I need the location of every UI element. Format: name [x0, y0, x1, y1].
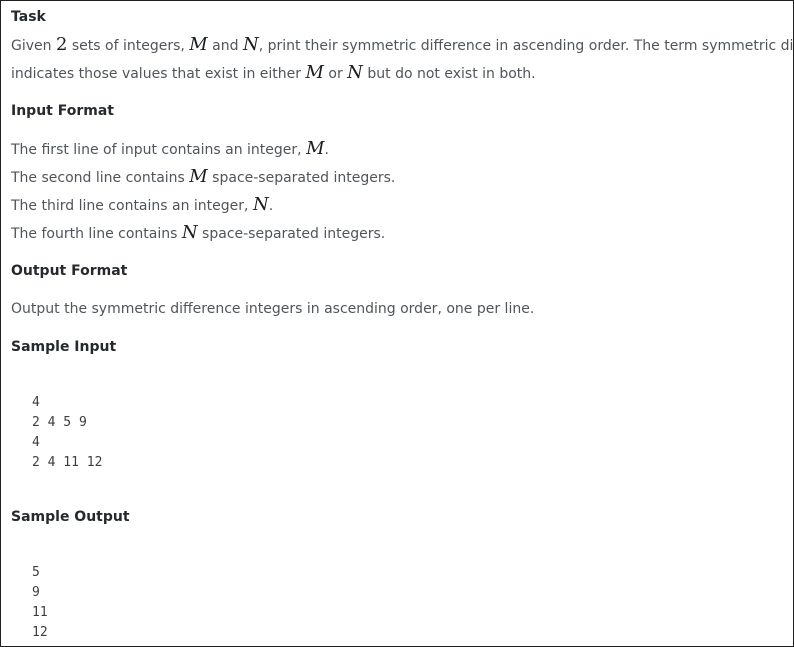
task-heading: Task	[11, 9, 46, 25]
output-format-text: Output the symmetric difference integers…	[11, 301, 535, 317]
math-count: 2	[55, 34, 68, 55]
code-line: 9	[32, 585, 40, 600]
math-var-n: N	[181, 222, 198, 243]
math-var-n: N	[242, 34, 259, 55]
sample-output-code: 5 9 11 12	[32, 563, 48, 643]
code-line: 5	[32, 565, 40, 580]
input-format-line: The first line of input contains an inte…	[11, 138, 329, 159]
math-var-m: M	[305, 62, 324, 83]
task-line-2: indicates those values that exist in eit…	[11, 62, 536, 83]
input-format-heading: Input Format	[11, 103, 114, 119]
code-line: 2 4 5 9	[32, 415, 87, 430]
math-var-m: M	[189, 166, 208, 187]
sample-output-heading: Sample Output	[11, 509, 130, 525]
code-line: 12	[32, 625, 48, 640]
code-line: 4	[32, 435, 40, 450]
code-line: 2 4 11 12	[32, 455, 103, 470]
output-format-heading: Output Format	[11, 263, 128, 279]
math-var-n: N	[252, 194, 269, 215]
sample-input-code: 4 2 4 5 9 4 2 4 11 12	[32, 393, 102, 473]
math-var-m: M	[189, 34, 208, 55]
math-var-n: N	[347, 62, 363, 83]
task-line-1: Given 2 sets of integers, M and N, print…	[11, 34, 794, 55]
input-format-line: The second line contains M space-separat…	[11, 166, 396, 187]
math-var-m: M	[306, 138, 325, 159]
code-line: 4	[32, 395, 40, 410]
sample-input-heading: Sample Input	[11, 339, 117, 355]
code-line: 11	[32, 605, 48, 620]
input-format-line: The fourth line contains N space-separat…	[11, 222, 386, 243]
input-format-line: The third line contains an integer, N.	[11, 194, 274, 215]
problem-statement: Task Given 2 sets of integers, M and N, …	[0, 0, 794, 647]
